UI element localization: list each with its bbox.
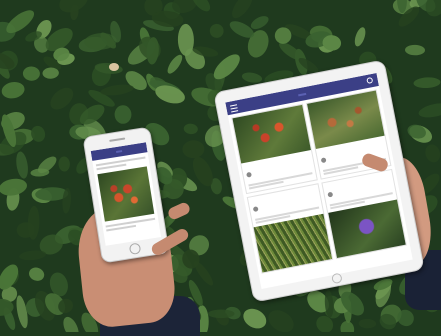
dried-leaf bbox=[109, 63, 119, 71]
grid-card[interactable] bbox=[320, 168, 407, 260]
grid-card[interactable] bbox=[246, 183, 333, 274]
avatar bbox=[320, 157, 327, 164]
photo-scene bbox=[0, 0, 441, 336]
phone-screen[interactable] bbox=[90, 142, 162, 246]
avatar bbox=[252, 206, 259, 213]
hedge-leaf bbox=[207, 309, 235, 319]
avatar bbox=[326, 191, 333, 198]
tablet-home-button[interactable] bbox=[331, 272, 343, 285]
phone-speaker bbox=[109, 137, 126, 142]
photo-grid bbox=[231, 89, 407, 276]
app-logo bbox=[115, 150, 123, 153]
avatar bbox=[246, 171, 252, 178]
tablet-screen[interactable] bbox=[225, 73, 413, 289]
grid-card[interactable] bbox=[231, 103, 318, 195]
menu-icon[interactable] bbox=[229, 104, 239, 113]
phone-home-button[interactable] bbox=[128, 242, 142, 256]
app-logo bbox=[297, 92, 307, 96]
search-icon[interactable] bbox=[366, 76, 374, 84]
phone-post-photo[interactable] bbox=[97, 166, 155, 222]
